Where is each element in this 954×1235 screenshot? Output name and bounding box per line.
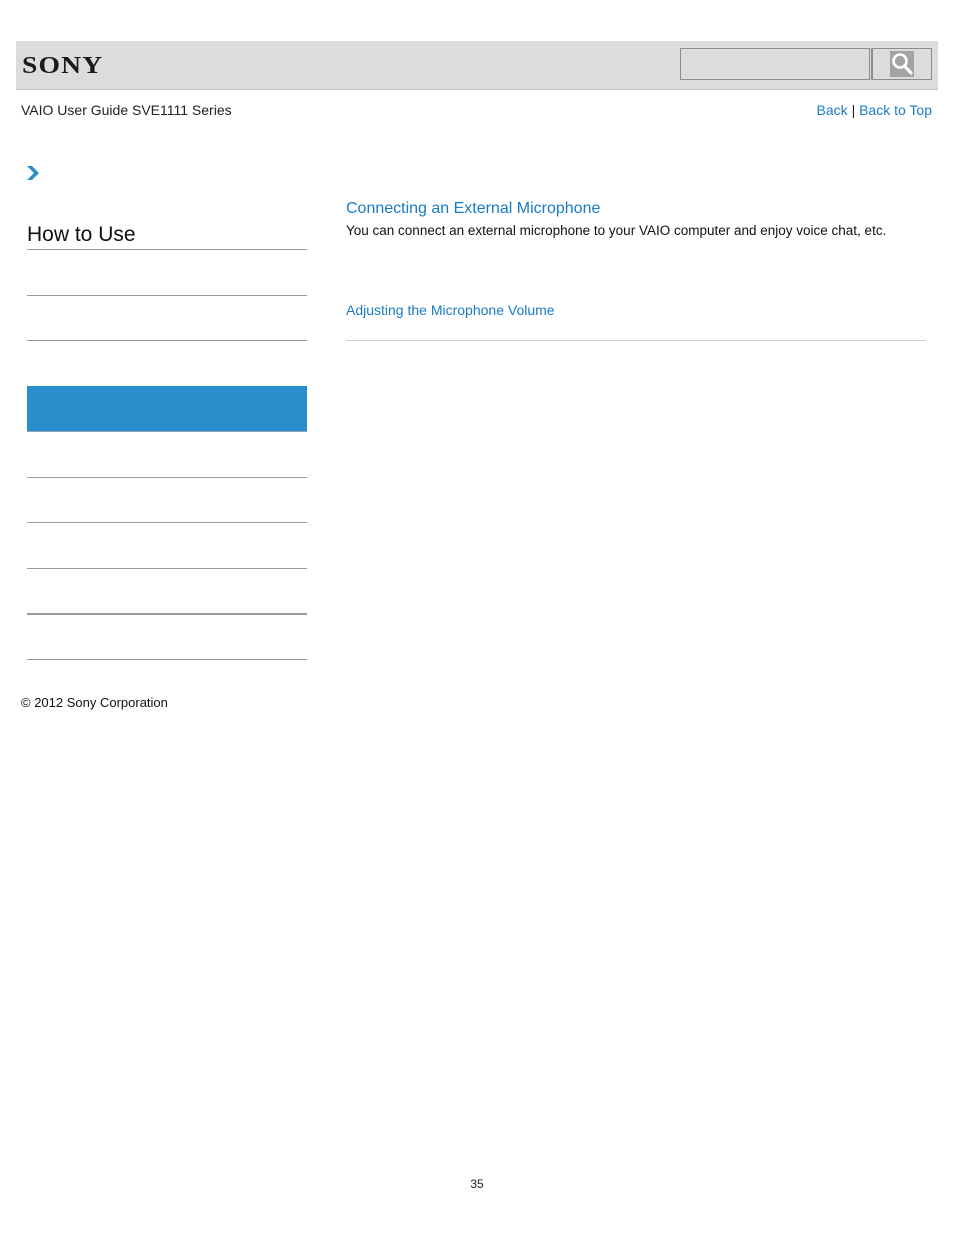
back-to-top-link[interactable]: Back to Top [859,102,932,118]
search-icon [890,51,914,77]
document-title: VAIO User Guide SVE1111 Series [21,102,232,118]
sidebar-item-6[interactable] [27,477,307,523]
top-navigation-links: Back | Back to Top [817,102,932,118]
search-button[interactable] [871,48,932,80]
related-topic-link[interactable]: Adjusting the Microphone Volume [346,302,555,318]
sidebar-item-1[interactable] [27,250,307,296]
topic-description: You can connect an external microphone t… [346,223,887,238]
sony-logo: SONY [22,53,104,79]
sidebar-item-3[interactable] [27,341,307,387]
sidebar-title: How to Use [27,222,307,250]
sidebar-item-2[interactable] [27,295,307,341]
search-input[interactable] [680,48,870,80]
page-number: 35 [470,1177,484,1191]
sidebar-item-5[interactable] [27,432,307,478]
sidebar-item-8[interactable] [27,568,307,615]
sidebar-item-7[interactable] [27,523,307,569]
chevron-right-icon[interactable] [26,165,40,181]
content-divider [346,340,926,341]
link-separator: | [851,102,856,118]
back-link[interactable]: Back [817,102,848,118]
copyright: © 2012 Sony Corporation [21,695,168,710]
sidebar-item-4-active[interactable] [27,386,307,432]
header-bar: SONY [16,41,938,90]
topic-title-link[interactable]: Connecting an External Microphone [346,200,600,218]
sidebar-item-9[interactable] [27,614,307,660]
